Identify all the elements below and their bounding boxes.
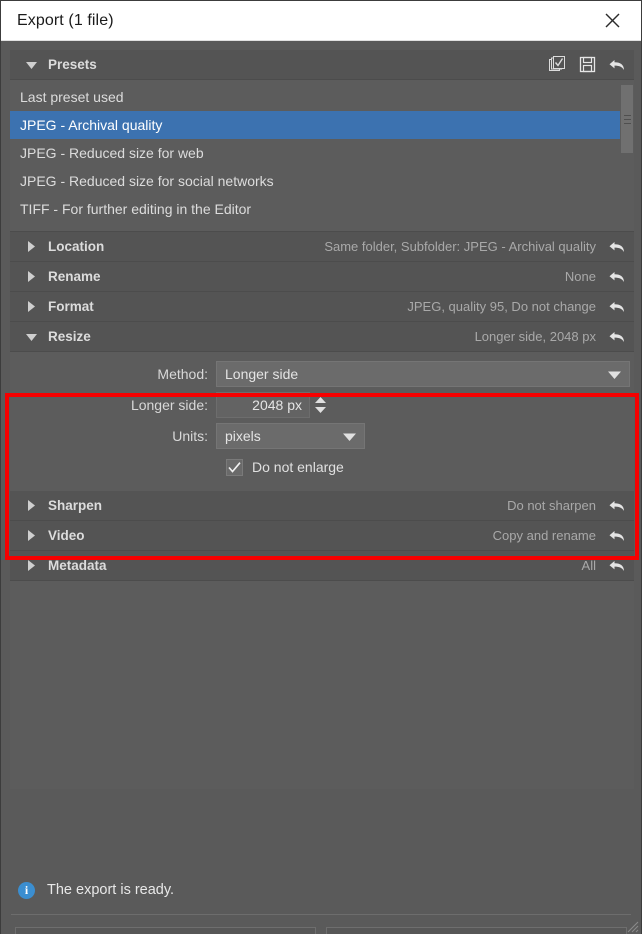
section-summary-format: JPEG, quality 95, Do not change: [407, 299, 596, 314]
save-preset-icon[interactable]: [574, 52, 600, 78]
presets-list: Last preset used JPEG - Archival quality…: [10, 80, 634, 228]
window-title: Export (1 file): [17, 11, 114, 29]
chevron-down-icon: [608, 366, 621, 382]
presets-scrollbar-thumb[interactable]: [621, 85, 633, 153]
spinner-down-icon[interactable]: [314, 407, 326, 413]
presets-scrollbar[interactable]: [620, 80, 634, 228]
resize-section: Resize Longer side, 2048 px Method: Long…: [10, 322, 634, 491]
revert-metadata-icon[interactable]: [604, 553, 630, 579]
chevron-down-icon: [343, 428, 356, 444]
select-presets-icon[interactable]: [544, 52, 570, 78]
section-title-resize: Resize: [48, 329, 91, 344]
section-header-presets[interactable]: Presets: [10, 50, 634, 80]
revert-location-icon[interactable]: [604, 234, 630, 260]
units-select[interactable]: pixels: [216, 423, 365, 449]
longer-side-label: Longer side:: [130, 397, 208, 413]
preset-item-tiff[interactable]: TIFF - For further editing in the Editor: [10, 195, 620, 223]
method-select[interactable]: Longer side: [216, 361, 630, 387]
do-not-enlarge-label[interactable]: Do not enlarge: [252, 459, 344, 475]
preset-item-last-used[interactable]: Last preset used: [10, 83, 620, 111]
revert-resize-icon[interactable]: [604, 324, 630, 350]
longer-side-stepper[interactable]: 2048 px: [216, 392, 329, 418]
presets-header-icons: [544, 52, 630, 78]
method-label: Method:: [157, 366, 208, 382]
export-button[interactable]: Export: [15, 926, 316, 934]
export-dialog: Export (1 file) Presets Last preset used…: [0, 0, 642, 934]
section-header-sharpen[interactable]: Sharpen Do not sharpen: [10, 491, 634, 521]
title-bar: Export (1 file): [1, 1, 641, 41]
revert-video-icon[interactable]: [604, 523, 630, 549]
longer-side-input[interactable]: 2048 px: [216, 392, 310, 418]
chevron-down-icon: [22, 61, 40, 69]
chevron-right-icon: [22, 271, 40, 282]
preset-item-archival[interactable]: JPEG - Archival quality: [10, 111, 620, 139]
resize-body: Method: Longer side Longer side: 2048 px: [10, 352, 634, 491]
section-title-metadata: Metadata: [48, 558, 107, 573]
preset-item-social[interactable]: JPEG - Reduced size for social networks: [10, 167, 620, 195]
panel-filler: [10, 581, 634, 789]
section-header-location[interactable]: Location Same folder, Subfolder: JPEG - …: [10, 232, 634, 262]
settings-panel: Presets Last preset used JPEG - Archival…: [10, 50, 634, 789]
section-header-format[interactable]: Format JPEG, quality 95, Do not change: [10, 292, 634, 322]
section-header-video[interactable]: Video Copy and rename: [10, 521, 634, 551]
chevron-down-icon: [22, 333, 40, 341]
status-text: The export is ready.: [47, 882, 175, 898]
section-header-rename[interactable]: Rename None: [10, 262, 634, 292]
section-title-format: Format: [48, 299, 94, 314]
section-title-video: Video: [48, 528, 85, 543]
units-select-value: pixels: [225, 428, 261, 444]
preset-item-web[interactable]: JPEG - Reduced size for web: [10, 139, 620, 167]
section-summary-rename: None: [564, 269, 596, 284]
section-summary-sharpen: Do not sharpen: [507, 498, 596, 513]
section-title-presets: Presets: [48, 57, 97, 72]
do-not-enlarge-row: Do not enlarge: [10, 454, 634, 480]
units-row: Units: pixels: [10, 423, 634, 449]
section-title-location: Location: [48, 239, 105, 254]
do-not-enlarge-checkbox[interactable]: [226, 458, 243, 476]
section-summary-location: Same folder, Subfolder: JPEG - Archival …: [324, 239, 596, 254]
close-icon[interactable]: [597, 6, 627, 36]
section-summary-resize: Longer side, 2048 px: [474, 329, 596, 344]
chevron-right-icon: [22, 560, 40, 571]
section-title-sharpen: Sharpen: [48, 498, 103, 513]
chevron-right-icon: [22, 241, 40, 252]
longer-side-row: Longer side: 2048 px: [10, 392, 634, 418]
spinner-up-icon[interactable]: [314, 397, 326, 403]
chevron-right-icon: [22, 530, 40, 541]
info-icon: i: [18, 881, 35, 899]
longer-side-spin-buttons: [311, 392, 329, 418]
revert-sharpen-icon[interactable]: [604, 493, 630, 519]
chevron-right-icon: [22, 500, 40, 511]
status-row: i The export is ready.: [10, 868, 632, 912]
check-icon: [228, 461, 241, 473]
section-title-rename: Rename: [48, 269, 101, 284]
section-header-resize[interactable]: Resize Longer side, 2048 px: [10, 322, 634, 352]
revert-rename-icon[interactable]: [604, 264, 630, 290]
chevron-right-icon: [22, 301, 40, 312]
dialog-body: Presets Last preset used JPEG - Archival…: [1, 41, 641, 934]
dialog-footer: Export Cancel: [1, 915, 641, 934]
section-summary-video: Copy and rename: [492, 528, 596, 543]
resize-grip-icon[interactable]: [623, 917, 639, 933]
units-label: Units:: [172, 428, 208, 444]
section-header-metadata[interactable]: Metadata All: [10, 551, 634, 581]
section-summary-metadata: All: [581, 558, 596, 573]
revert-format-icon[interactable]: [604, 294, 630, 320]
cancel-button[interactable]: Cancel: [326, 926, 627, 934]
method-row: Method: Longer side: [10, 361, 634, 387]
revert-icon[interactable]: [604, 52, 630, 78]
method-select-value: Longer side: [225, 366, 299, 382]
